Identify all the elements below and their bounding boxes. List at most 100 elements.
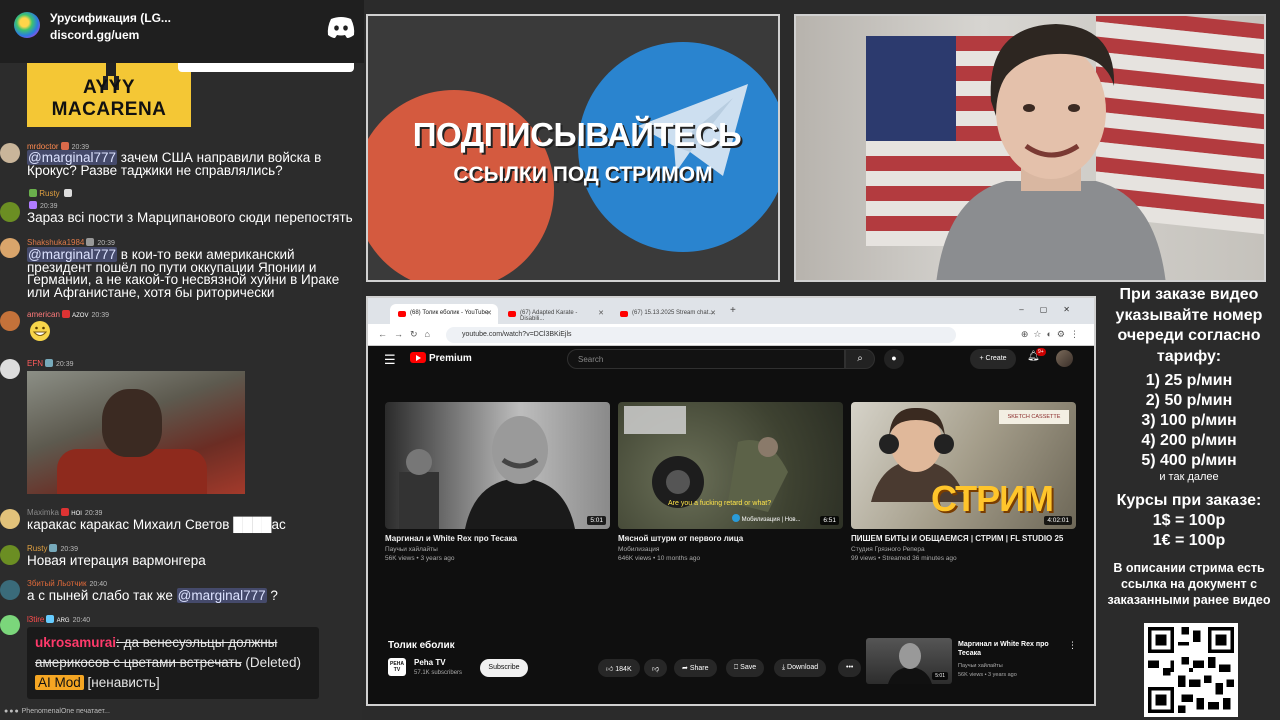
browser-tab[interactable]: (68) Толик еболик - YouTube ✕ — [390, 304, 498, 324]
grin-emoji-icon — [30, 321, 50, 341]
search-input[interactable]: Search — [567, 349, 845, 369]
youtube-logo-icon[interactable] — [410, 352, 426, 363]
rates-title: Курсы при заказе: — [1116, 492, 1262, 509]
username: ukrosamurai — [35, 635, 117, 650]
deleted-message: ukrosamurai: да венесуэльцы должны амери… — [27, 627, 319, 699]
video-card[interactable]: 5:01 Маргинал и White Rex про Тесака Пау… — [385, 402, 610, 562]
discord-banner[interactable]: Урусификация (LG... discord.gg/uem — [0, 0, 364, 63]
account-avatar[interactable] — [1056, 350, 1073, 367]
video-watermark: Мобилизация | Нов... — [741, 517, 801, 523]
video-thumbnail[interactable]: Are you a fucking retard or what? Мобили… — [618, 402, 843, 529]
thumbs-down-icon: 👎︎ — [652, 666, 660, 673]
extension-icons[interactable]: ⊕☆◐⚙⋮ — [1021, 329, 1084, 340]
video-thumbnail[interactable]: SKETCH CASSETTE СТРИМ 4:02:01 — [851, 402, 1076, 529]
new-tab-icon[interactable]: + — [730, 305, 736, 316]
microphone-icon[interactable]: ● — [884, 349, 904, 369]
url-field[interactable]: youtube.com/watch?v=DCl3BKiEjls — [446, 327, 956, 343]
badge-icon — [29, 201, 37, 209]
timestamp: 20:39 — [60, 546, 78, 553]
create-button[interactable]: + Create — [970, 349, 1016, 369]
download-button[interactable]: ⤓ Download — [774, 659, 827, 677]
timestamp: 20:40 — [89, 581, 108, 588]
watch-title: Толик еболик — [388, 640, 455, 651]
avatar — [0, 615, 20, 635]
ai-mod-badge: AI Mod — [35, 675, 84, 690]
address-bar: ←→↻⌂ youtube.com/watch?v=DCl3BKiEjls ⊕☆◐… — [368, 324, 1094, 346]
close-icon[interactable]: ✕ — [598, 309, 604, 317]
channel-name[interactable]: Мобилизация — [618, 546, 843, 553]
timestamp: 20:39 — [91, 312, 110, 319]
username: EFN — [27, 359, 43, 368]
window-controls[interactable]: –▢✕ — [1019, 305, 1086, 314]
more-actions-icon[interactable]: ••• — [838, 659, 862, 677]
badge-label: ARG — [56, 618, 70, 624]
browser-tab[interactable]: (67) Adapted Karate - Disabili... ✕ — [500, 304, 610, 324]
notification-count: 9+ — [1036, 348, 1046, 356]
typing-indicator: PhenomenalOne печатает... — [21, 708, 110, 715]
channel-avatar[interactable]: PEHA TV — [388, 658, 406, 676]
timestamp: 20:40 — [72, 617, 91, 624]
share-label: Share — [689, 665, 709, 672]
timestamp: 20:39 — [97, 240, 115, 247]
video-duration: 5:01 — [932, 672, 948, 680]
kebab-menu-icon[interactable]: ⋮ — [1068, 640, 1077, 651]
badge-icon — [29, 189, 37, 197]
subscribe-button[interactable]: Subscribe — [480, 659, 528, 677]
discord-link[interactable]: discord.gg/uem — [50, 28, 139, 42]
video-card[interactable]: SKETCH CASSETTE СТРИМ 4:02:01 ПИШЕМ БИТЫ… — [851, 402, 1076, 562]
video-thumbnail[interactable]: 5:01 — [385, 402, 610, 529]
youtube-favicon-icon — [620, 311, 628, 317]
watch-info-bar: Толик еболик PEHA TV Peha TV 57.1K subsc… — [372, 632, 1090, 704]
dislike-button[interactable]: 👎︎ — [644, 659, 668, 677]
tab-label: (67) Adapted Karate - Disabili... — [520, 310, 578, 322]
share-button[interactable]: ➦ Share — [674, 659, 717, 677]
message-text-tail: ? — [266, 588, 278, 603]
close-icon[interactable]: ✕ — [710, 309, 716, 317]
tab-label: (68) Толик еболик - YouTube — [410, 310, 489, 316]
macarena-gif: AYYY MACARENA — [27, 52, 191, 127]
hamburger-menu-icon[interactable]: ☰ — [384, 352, 396, 368]
message-text: а с пыней слабо так же — [27, 588, 177, 603]
avatar — [0, 545, 20, 565]
video-title[interactable]: Маргинал и White Rex про Тесака — [385, 534, 610, 543]
like-button[interactable]: 👍︎ 184K — [598, 659, 640, 677]
rate-item: 1$ = 100р — [1152, 512, 1226, 529]
youtube-brand[interactable]: Premium — [429, 353, 472, 364]
username: Збитый Льотчик — [27, 579, 87, 588]
chat-image — [27, 371, 245, 494]
message-text: каракас каракас Михаил Светов ████ас — [27, 517, 286, 532]
mention: @marginal777 — [176, 588, 267, 603]
tariff-list: 1) 25 р/мин 2) 50 р/мин 3) 100 р/мин 4) … — [1098, 371, 1280, 471]
tariff-item: 2) 50 р/мин — [1145, 392, 1233, 409]
tariff-item: 5) 400 р/мин — [1141, 452, 1237, 469]
message-text: Зараз всі пости з Марципанового сюди пер… — [27, 210, 353, 225]
timestamp: 20:39 — [40, 203, 58, 210]
order-instructions: При заказе видео указывайте номер очеред… — [1115, 286, 1263, 365]
save-button[interactable]: ⎕ Save — [726, 659, 765, 677]
badge-icon — [61, 310, 70, 318]
chat-panel: AYYY MACARENA mrdoctor 20:39 @marginal777… — [0, 0, 362, 720]
close-icon[interactable]: ✕ — [486, 309, 492, 317]
typing-dots-icon: ●●● — [4, 708, 20, 715]
watch-channel-name[interactable]: Peha TV — [414, 658, 446, 667]
sidebar-video-title[interactable]: Маргинал и White Rex про Тесака — [958, 640, 1058, 658]
sidebar-video-thumbnail[interactable]: 5:01 — [866, 638, 952, 684]
create-label: Create — [985, 355, 1007, 362]
save-label: Save — [740, 664, 757, 671]
server-icon — [14, 12, 40, 38]
avatar — [0, 143, 20, 163]
promo-headline: ПОДПИСЫВАЙТЕСЬ — [412, 116, 742, 153]
video-title[interactable]: Мясной штурм от первого лица — [618, 534, 843, 543]
thumbs-up-icon: 👍︎ — [606, 666, 616, 673]
video-title[interactable]: ПИШЕМ БИТЫ И ОБЩАЕМСЯ | СТРИМ | FL STUDI… — [851, 534, 1076, 543]
sidebar-channel[interactable]: Паучьи хайлайты — [958, 663, 1003, 669]
username: Maximka — [27, 508, 60, 517]
search-icon[interactable]: ⌕ — [845, 349, 875, 369]
video-card[interactable]: Are you a fucking retard or what? Мобили… — [618, 402, 843, 562]
youtube-page: ☰ Premium Search ⌕ ● + Create 🔔︎ 9+ 5:01… — [372, 346, 1090, 704]
browser-tab-bar: (68) Толик еболик - YouTube ✕ (67) Adapte… — [368, 298, 1094, 324]
browser-tab[interactable]: (67) 15.13.2025 Stream chat... ✕ — [612, 304, 722, 324]
nav-buttons-icon[interactable]: ←→↻⌂ — [378, 329, 437, 340]
channel-name[interactable]: Студия Грязного Репера — [851, 546, 1076, 553]
channel-name[interactable]: Паучьи хайлайты — [385, 546, 610, 553]
